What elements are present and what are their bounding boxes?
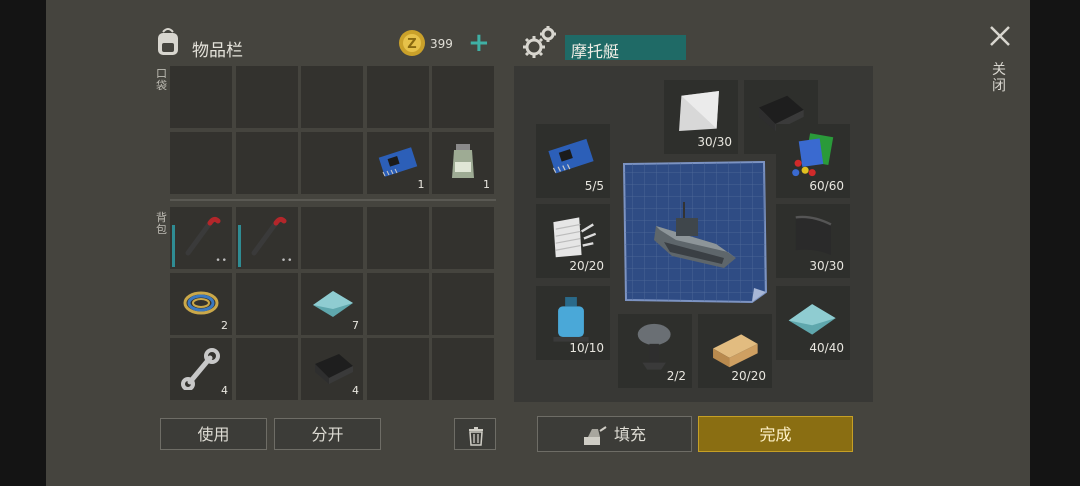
- circuit-board-icon: [544, 128, 598, 182]
- item-quantity: 1: [483, 177, 490, 191]
- trash-icon: [466, 425, 486, 446]
- item-quantity: 2: [221, 318, 228, 332]
- carbon-sheet-icon: [784, 208, 838, 262]
- grid-divider: [170, 199, 496, 201]
- ingredient-quantity: 60/60: [809, 179, 844, 193]
- glass-sheet-icon: [309, 279, 355, 325]
- ingredient-quantity: 40/40: [809, 341, 844, 355]
- fiberglass-icon: [544, 208, 598, 262]
- backpack-slot[interactable]: ••: [235, 207, 298, 269]
- ingredient-slot-metal-plate[interactable]: 30/30: [664, 80, 738, 154]
- outboard-engine-icon: [626, 318, 680, 372]
- backpack-slot[interactable]: [432, 207, 494, 269]
- fill-label: 填充: [614, 425, 647, 444]
- backpack-slot[interactable]: ••: [170, 207, 232, 269]
- ingredient-quantity: 5/5: [584, 179, 604, 193]
- ingredient-quantity: 30/30: [809, 259, 844, 273]
- backpack-slot[interactable]: 7: [301, 272, 363, 335]
- inventory-title: 物品栏: [192, 41, 243, 61]
- item-quantity: 4: [221, 384, 228, 397]
- ingredient-slot-pump[interactable]: 10/10: [536, 286, 610, 360]
- pocket-slot[interactable]: [366, 66, 429, 128]
- pocket-grid: 11: [170, 66, 500, 196]
- recipe-title: 摩托艇: [571, 42, 620, 61]
- motorboat-blueprint-icon: [622, 160, 768, 304]
- pocket-slot[interactable]: 1: [432, 131, 494, 194]
- split-button[interactable]: 分开: [274, 418, 381, 450]
- durability-bar: [237, 225, 241, 267]
- use-button[interactable]: 使用: [160, 418, 267, 450]
- done-button[interactable]: 完成: [698, 416, 853, 452]
- ingredient-slot-engine[interactable]: 2/2: [618, 314, 692, 388]
- backpack-slot[interactable]: [235, 338, 298, 400]
- pump-icon: [544, 290, 598, 344]
- close-button[interactable]: [988, 24, 1012, 48]
- crowbar-icon: [178, 213, 224, 259]
- crowbar-icon: [244, 213, 290, 259]
- fill-icon: [582, 424, 608, 446]
- close-icon: [990, 26, 1010, 46]
- wire-coil-icon: [178, 279, 224, 325]
- backpack-slot[interactable]: [235, 272, 298, 335]
- pocket-slot[interactable]: [170, 131, 232, 194]
- recipe-title-box: 摩托艇: [565, 35, 686, 61]
- pocket-slot[interactable]: 1: [366, 131, 429, 194]
- backpack-slot[interactable]: [366, 207, 429, 269]
- ingredient-quantity: 30/30: [697, 135, 732, 149]
- backpack-slot[interactable]: [432, 272, 494, 335]
- backpack-slot[interactable]: [366, 272, 429, 335]
- ingredient-slot-fiberglass[interactable]: 20/20: [536, 204, 610, 278]
- game-panel: 物品栏 Z 399 + 口袋 背包 11 ••••2744 使用 分开: [46, 0, 1030, 486]
- ingredient-slot-glass[interactable]: 40/40: [776, 286, 850, 360]
- wrench-icon: [178, 344, 224, 391]
- ingredient-slot-carbon[interactable]: 30/30: [776, 204, 850, 278]
- svg-text:Z: Z: [407, 37, 416, 52]
- backpack-slot[interactable]: [301, 207, 363, 269]
- backpack-slot[interactable]: [432, 338, 494, 400]
- more-dots-icon: ••: [280, 256, 294, 266]
- ingredient-slot-circuit[interactable]: 5/5: [536, 124, 610, 198]
- pocket-slot[interactable]: [235, 66, 298, 128]
- backpack-slot[interactable]: 4: [170, 338, 232, 400]
- fill-button[interactable]: 填充: [537, 416, 692, 452]
- pocket-slot[interactable]: [170, 66, 232, 128]
- plastic-pieces-icon: [784, 128, 838, 182]
- more-dots-icon: ••: [215, 256, 228, 266]
- currency-amount: 399: [430, 37, 453, 51]
- metal-plate-icon: [672, 84, 726, 138]
- ingredient-quantity: 20/20: [569, 259, 604, 273]
- trash-button[interactable]: [454, 418, 496, 450]
- backpack-grid: •• •• 2 7 4 4: [170, 207, 500, 403]
- chemical-jar-icon: [440, 138, 486, 184]
- ingredient-quantity: 10/10: [569, 341, 604, 355]
- backpack-icon: [154, 26, 182, 58]
- backpack-slot[interactable]: 2: [170, 272, 232, 335]
- ingredient-slot-plastic[interactable]: 60/60: [776, 124, 850, 198]
- wood-block-icon: [706, 318, 760, 372]
- backpack-label: 背包: [156, 211, 167, 236]
- pocket-label: 口袋: [156, 67, 167, 92]
- circuit-board-icon: [375, 138, 421, 184]
- durability-bar: [172, 225, 175, 267]
- close-label[interactable]: 关闭: [992, 62, 1008, 94]
- item-quantity: 1: [417, 177, 425, 191]
- pocket-slot[interactable]: [432, 66, 494, 128]
- ingredient-slot-wood[interactable]: 20/20: [698, 314, 772, 388]
- backpack-slot[interactable]: [366, 338, 429, 400]
- coin-icon: Z: [398, 29, 426, 57]
- item-quantity: 7: [352, 318, 359, 332]
- add-currency-button[interactable]: +: [468, 29, 490, 57]
- pocket-slot[interactable]: [235, 131, 298, 194]
- item-quantity: 4: [352, 384, 359, 397]
- pocket-slot[interactable]: [301, 131, 363, 194]
- ingredient-quantity: 2/2: [666, 369, 686, 383]
- motorboat-blueprint: [620, 160, 768, 304]
- gears-icon: [520, 23, 560, 61]
- glass-sheet-icon: [784, 290, 838, 344]
- rubber-sheet-icon: [309, 344, 355, 390]
- pocket-slot[interactable]: [301, 66, 363, 128]
- ingredient-quantity: 20/20: [731, 369, 766, 383]
- backpack-slot[interactable]: 4: [301, 338, 363, 400]
